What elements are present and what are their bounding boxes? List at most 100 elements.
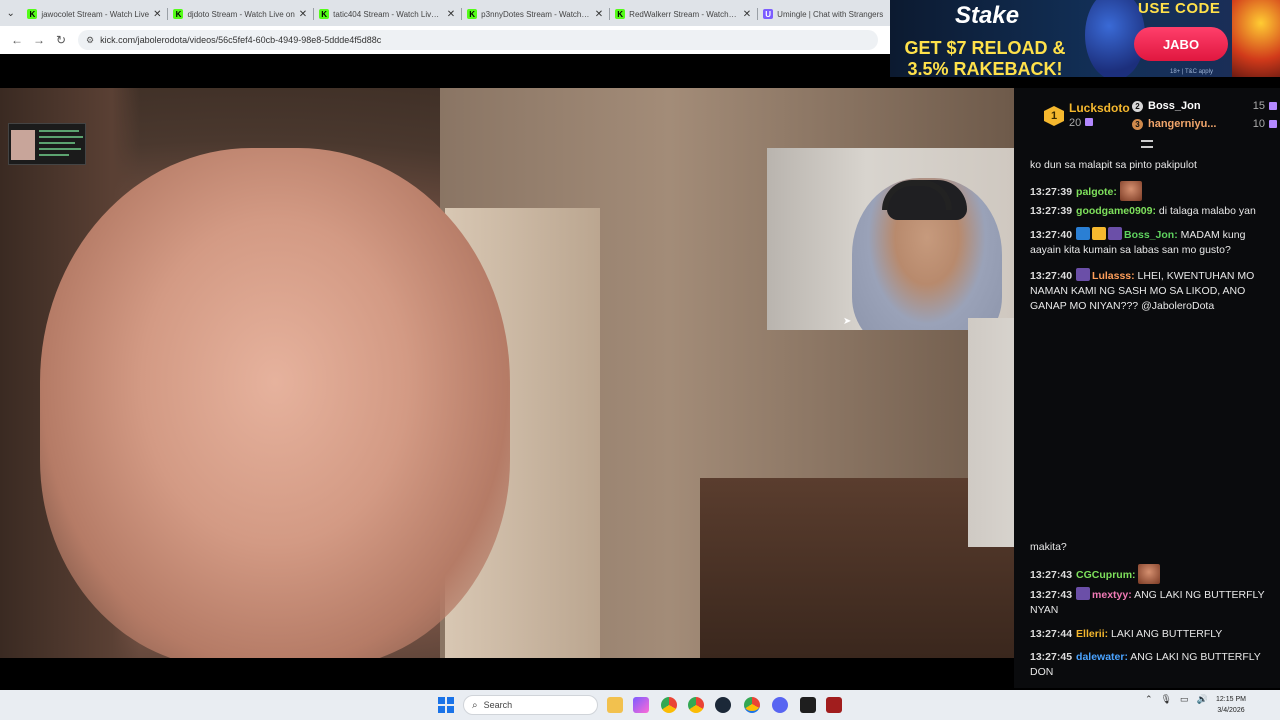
gem-icon — [1085, 118, 1094, 126]
address-bar[interactable]: ⚙ kick.com/jabolerodota/videos/56c5fef4-… — [78, 30, 878, 50]
obs-icon[interactable] — [800, 697, 816, 713]
microphone-icon[interactable]: 🎙 — [1161, 694, 1172, 705]
chat-message: 13:27:39 palgote: — [1030, 181, 1272, 201]
browser-tab[interactable]: K p3nnyDotes Stream - Watch Live ✕ — [461, 2, 609, 26]
steam-icon[interactable] — [715, 697, 731, 713]
chat-timestamp: 13:27:45 — [1030, 651, 1073, 663]
kick-favicon-icon: K — [173, 9, 184, 19]
chevron-up-icon[interactable]: ⌃ — [1145, 694, 1153, 705]
back-arrow-icon[interactable]: ← — [6, 29, 28, 51]
mini-video-thumbnail — [11, 130, 35, 160]
dota2-icon[interactable] — [826, 697, 842, 713]
chat-panel: 1 Lucksdoto 20 2 Boss_Jon 15 3 hangerniy… — [1014, 88, 1280, 688]
leaderboard-collapse-icon[interactable] — [1141, 140, 1153, 148]
chat-timestamp: 13:27:39 — [1030, 186, 1073, 198]
taskbar-search-box[interactable]: ⌕ Search — [463, 695, 598, 715]
chat-username[interactable]: palgote: — [1076, 186, 1117, 198]
volume-icon[interactable]: 🔊 — [1197, 694, 1208, 705]
video-background-shelf — [700, 478, 1014, 658]
leaderboard-name: hangerniyu... — [1148, 118, 1217, 130]
chat-text: makita? — [1030, 541, 1067, 553]
chat-timestamp: 13:27:44 — [1030, 628, 1073, 640]
chat-username[interactable]: CGCuprum: — [1076, 569, 1136, 581]
browser-tab-strip: ⌄ K jawocolet Stream - Watch Live ✕ K dj… — [0, 0, 890, 26]
chat-message: 13:27:45 dalewater: ANG LAKI NG BUTTERFLY… — [1030, 650, 1272, 680]
emote-icon — [1138, 564, 1161, 584]
chat-message: 13:27:43 CGCuprum: — [1030, 564, 1272, 584]
sponsor-ad-banner[interactable]: Stake GET $7 RELOAD & 3.5% RAKEBACK! USE… — [890, 0, 1280, 77]
chrome-icon[interactable] — [661, 697, 677, 713]
tab-title: RedWalkerr Stream - Watch Live — [629, 9, 739, 19]
kick-favicon-icon: K — [319, 9, 330, 19]
video-person — [40, 148, 510, 658]
ad-disclaimer: 18+ | T&C apply — [1170, 69, 1213, 75]
moderator-badge-icon — [1076, 227, 1091, 240]
leaderboard-row[interactable]: 2 Boss_Jon 15 — [1132, 100, 1277, 112]
tab-title: Umingle | Chat with Strangers — [777, 9, 884, 19]
subscriber-badge-icon — [1076, 587, 1091, 600]
chat-message: makita? — [1030, 540, 1272, 555]
browser-tab[interactable]: K djdoto Stream - Watch Live on ✕ — [167, 2, 313, 26]
windows-start-icon[interactable] — [438, 697, 454, 713]
ad-headline: GET $7 RELOAD & 3.5% RAKEBACK! — [892, 38, 1078, 77]
leaderboard-count: 15 — [1252, 100, 1265, 112]
mini-chat-line — [39, 130, 79, 132]
ad-use-code-label: USE CODE — [1138, 0, 1221, 17]
mini-chat-line — [39, 148, 81, 150]
gem-icon — [1269, 120, 1277, 128]
kick-favicon-icon: K — [27, 9, 38, 19]
chat-username[interactable]: Ellerii: — [1076, 628, 1108, 640]
tab-search-dropdown-icon[interactable]: ⌄ — [0, 0, 21, 26]
windows-taskbar: ⌕ Search ⌃ 🎙 ▭ 🔊 12:15 PM 3/4/2026 — [0, 690, 1280, 720]
chat-message: 13:27:39 goodgame0909: di talaga malabo y… — [1030, 204, 1272, 219]
leaderboard-row[interactable]: 3 hangerniyu... 10 — [1132, 118, 1277, 130]
tab-title: tatic404 Stream - Watch Live on — [333, 9, 443, 19]
site-info-icon[interactable]: ⚙ — [86, 35, 94, 46]
emote-icon — [1119, 181, 1142, 201]
chat-username[interactable]: dalewater: — [1076, 651, 1128, 663]
discord-icon[interactable] — [772, 697, 788, 713]
browser-tab[interactable]: K tatic404 Stream - Watch Live on ✕ — [313, 2, 461, 26]
close-tab-icon[interactable]: ✕ — [447, 9, 455, 20]
close-tab-icon[interactable]: ✕ — [153, 9, 161, 20]
forward-arrow-icon[interactable]: → — [28, 29, 50, 51]
mini-video-chat-overlay — [8, 123, 86, 165]
chat-username[interactable]: goodgame0909: — [1076, 205, 1156, 217]
chat-text: di talaga malabo yan — [1155, 205, 1256, 217]
browser-tab[interactable]: U Umingle | Chat with Strangers — [757, 2, 890, 26]
file-explorer-icon[interactable] — [607, 697, 623, 713]
close-tab-icon[interactable]: ✕ — [743, 9, 751, 20]
leaderboard-name: Boss_Jon — [1148, 100, 1201, 112]
chrome-profile-icon[interactable] — [688, 697, 704, 713]
rank-3-badge-icon: 3 — [1132, 118, 1143, 130]
rank-1-badge-icon: 1 — [1044, 106, 1064, 126]
ad-decoration-graphic — [1232, 0, 1280, 77]
reload-icon[interactable]: ↻ — [50, 29, 72, 51]
chat-username[interactable]: Lulasss: — [1092, 270, 1135, 282]
chat-message: 13:27:40 Boss_Jon: MADAM kung aayain kita… — [1030, 227, 1272, 258]
mouse-cursor-icon: ➤ — [843, 316, 852, 327]
taskbar-search-label: Search — [483, 700, 513, 710]
chat-timestamp: 13:27:40 — [1030, 270, 1073, 282]
chat-username[interactable]: mextyy: — [1092, 589, 1132, 601]
copilot-icon[interactable] — [633, 697, 649, 713]
leaderboard-first-name[interactable]: Lucksdoto — [1069, 101, 1130, 115]
taskbar-clock[interactable]: 12:15 PM 3/4/2026 — [1216, 694, 1246, 716]
url-text: kick.com/jabolerodota/videos/56c5fef4-60… — [100, 35, 382, 45]
chrome-active-icon[interactable] — [744, 697, 760, 713]
leaderboard-first-count-value: 20 — [1069, 117, 1082, 129]
browser-tab[interactable]: K jawocolet Stream - Watch Live ✕ — [21, 2, 167, 26]
close-tab-icon[interactable]: ✕ — [595, 9, 603, 20]
umingle-favicon-icon: U — [763, 9, 774, 19]
close-tab-icon[interactable]: ✕ — [299, 9, 307, 20]
mini-chat-line — [39, 154, 69, 156]
ad-code-button[interactable]: JABO — [1134, 27, 1228, 61]
chat-username[interactable]: Boss_Jon: — [1124, 229, 1178, 241]
chat-message: 13:27:44 Ellerii: LAKI ANG BUTTERFLY — [1030, 627, 1272, 642]
browser-tab[interactable]: K RedWalkerr Stream - Watch Live ✕ — [609, 2, 757, 26]
chat-text: ko dun sa malapit sa pinto pakipulot — [1030, 159, 1197, 171]
network-icon[interactable]: ▭ — [1180, 694, 1189, 705]
tab-title: djdoto Stream - Watch Live on — [187, 9, 295, 19]
ad-headline-line2: 3.5% RAKEBACK! — [907, 59, 1063, 77]
crown-badge-icon — [1092, 227, 1107, 240]
